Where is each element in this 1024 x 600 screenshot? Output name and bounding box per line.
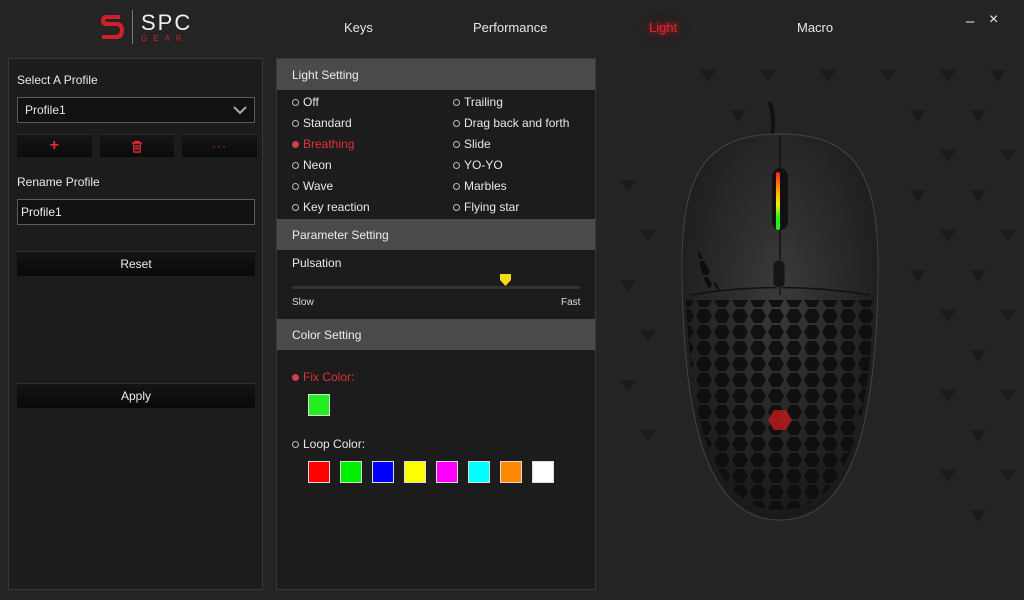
radio-icon: [292, 119, 299, 127]
mode-standard-radio[interactable]: Standard: [292, 116, 352, 130]
radio-checked-icon: [292, 373, 299, 381]
mode-label: Key reaction: [303, 200, 370, 214]
loop-color-label: Loop Color:: [303, 437, 366, 451]
rename-profile-label: Rename Profile: [17, 175, 100, 189]
radio-icon: [292, 161, 299, 169]
pulsation-slider-track[interactable]: [292, 286, 580, 289]
mode-label: Trailing: [464, 95, 503, 109]
radio-icon: [453, 203, 460, 211]
loop-color-swatch[interactable]: [436, 461, 458, 483]
loop-color-swatch[interactable]: [372, 461, 394, 483]
fix-color-label: Fix Color:: [303, 370, 355, 384]
mouse-image: [681, 101, 879, 521]
mode-breathing-radio[interactable]: Breathing: [292, 137, 354, 151]
light-setting-header: Light Setting: [277, 59, 595, 90]
mode-label: Wave: [303, 179, 334, 193]
more-options-button[interactable]: ···: [182, 134, 258, 157]
slider-min-label: Slow: [292, 297, 314, 308]
chevron-down-icon: [233, 106, 247, 115]
radio-icon: [453, 161, 460, 169]
plus-icon: +: [49, 137, 59, 154]
mode-wave-radio[interactable]: Wave: [292, 179, 333, 193]
color-setting-header: Color Setting: [277, 319, 595, 350]
profile-select[interactable]: Profile1: [17, 97, 255, 123]
mode-label: Marbles: [464, 179, 507, 193]
parameter-setting-header: Parameter Setting: [277, 219, 595, 250]
mode-label: Off: [303, 95, 319, 109]
main-tabs: Keys Performance Light Macro: [0, 20, 1024, 38]
fix-color-swatch[interactable]: [308, 394, 330, 416]
radio-checked-icon: [292, 140, 299, 148]
fix-color-radio[interactable]: Fix Color:: [292, 370, 354, 384]
slider-max-label: Fast: [561, 297, 581, 308]
mode-drag-back-and-forth-radio[interactable]: Drag back and forth: [453, 116, 569, 130]
loop-color-swatch[interactable]: [404, 461, 426, 483]
mode-label: YO-YO: [464, 158, 503, 172]
mode-trailing-radio[interactable]: Trailing: [453, 95, 503, 109]
tab-light[interactable]: Light: [649, 20, 677, 35]
mode-off-radio[interactable]: Off: [292, 95, 319, 109]
pulsation-slider-thumb[interactable]: [500, 274, 512, 287]
radio-icon: [453, 140, 460, 148]
mode-key-reaction-radio[interactable]: Key reaction: [292, 200, 370, 214]
mode-slide-radio[interactable]: Slide: [453, 137, 491, 151]
tab-keys[interactable]: Keys: [344, 20, 373, 35]
delete-profile-button[interactable]: [99, 134, 175, 157]
loop-color-swatch[interactable]: [340, 461, 362, 483]
mode-label: Flying star: [464, 200, 520, 214]
loop-color-swatch[interactable]: [308, 461, 330, 483]
light-settings-panel: Light Setting Off Standard Breathing Neo…: [276, 58, 596, 590]
mode-neon-radio[interactable]: Neon: [292, 158, 332, 172]
tab-performance[interactable]: Performance: [473, 20, 547, 35]
tab-macro[interactable]: Macro: [797, 20, 833, 35]
mode-label: Drag back and forth: [464, 116, 570, 130]
loop-color-swatch[interactable]: [500, 461, 522, 483]
mode-label: Breathing: [303, 137, 355, 151]
mode-label: Neon: [303, 158, 332, 172]
trash-icon: [132, 140, 142, 153]
mode-flying-star-radio[interactable]: Flying star: [453, 200, 519, 214]
loop-color-swatch[interactable]: [532, 461, 554, 483]
reset-button[interactable]: Reset: [17, 251, 255, 276]
profile-select-value: Profile1: [25, 103, 66, 117]
radio-icon: [453, 182, 460, 190]
radio-icon: [453, 98, 460, 106]
radio-icon: [292, 98, 299, 106]
profile-action-buttons: + ···: [17, 134, 258, 157]
mode-marbles-radio[interactable]: Marbles: [453, 179, 507, 193]
loop-color-swatch[interactable]: [468, 461, 490, 483]
mode-yo-yo-radio[interactable]: YO-YO: [453, 158, 503, 172]
more-icon: ···: [212, 139, 228, 153]
add-profile-button[interactable]: +: [17, 134, 92, 157]
profile-panel: Select A Profile Profile1 + ··· Rename P…: [8, 58, 263, 590]
apply-button[interactable]: Apply: [17, 383, 255, 408]
radio-icon: [292, 440, 299, 448]
pulsation-label: Pulsation: [292, 256, 342, 270]
minimize-button[interactable]: –: [966, 13, 974, 30]
loop-color-radio[interactable]: Loop Color:: [292, 437, 365, 451]
radio-icon: [292, 203, 299, 211]
select-profile-label: Select A Profile: [17, 73, 98, 87]
rename-profile-value: Profile1: [21, 205, 62, 219]
mode-label: Slide: [464, 137, 491, 151]
close-button[interactable]: ×: [989, 11, 998, 29]
radio-icon: [453, 119, 460, 127]
radio-icon: [292, 182, 299, 190]
mode-label: Standard: [303, 116, 352, 130]
rename-profile-input[interactable]: Profile1: [17, 199, 255, 225]
